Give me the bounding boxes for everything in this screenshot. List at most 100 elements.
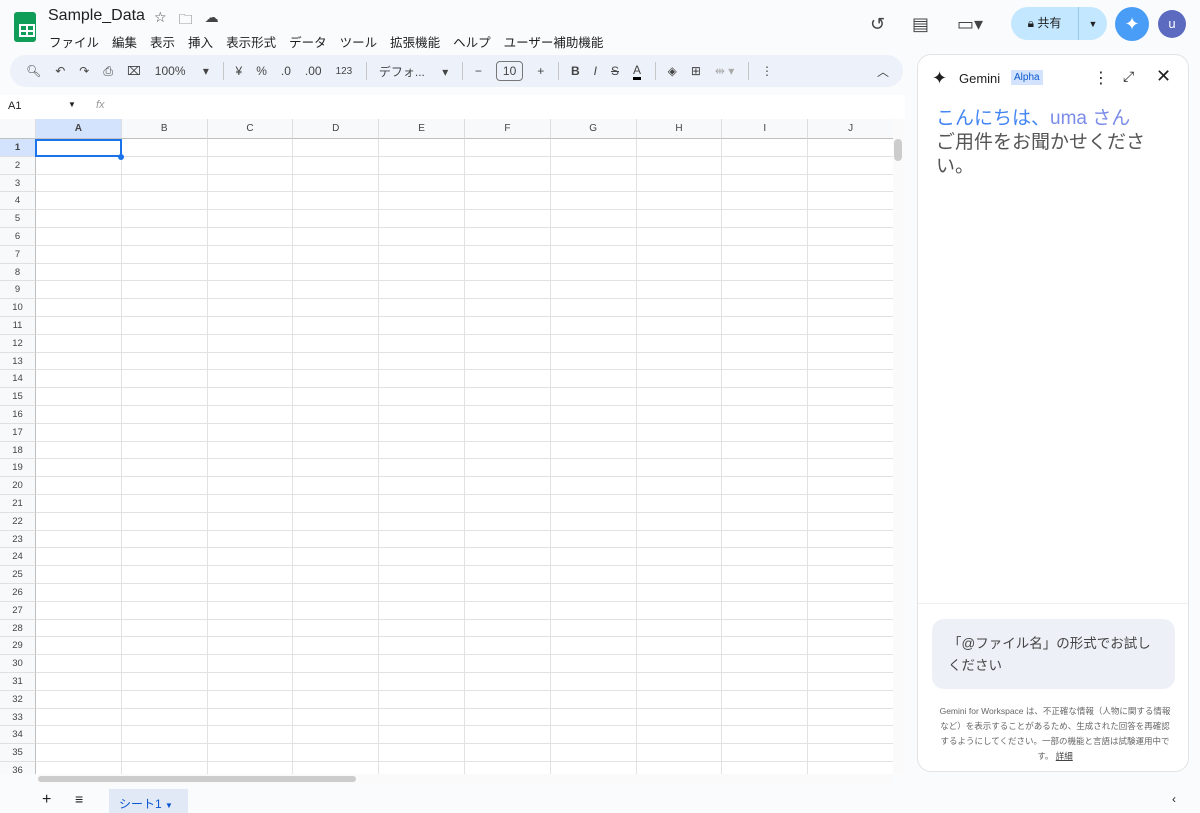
- column-header[interactable]: I: [722, 119, 809, 139]
- row-header[interactable]: 22: [0, 512, 36, 531]
- row-header[interactable]: 26: [0, 584, 36, 602]
- fill-color-icon[interactable]: ◈: [668, 64, 677, 78]
- column-header[interactable]: H: [636, 119, 723, 139]
- row-header[interactable]: 36: [0, 762, 36, 774]
- expand-icon[interactable]: ⤢: [1123, 68, 1134, 85]
- font-size-decrease[interactable]: −: [475, 64, 482, 78]
- move-folder-icon[interactable]: 🗀: [179, 9, 193, 33]
- all-sheets-icon[interactable]: ≡: [75, 791, 83, 807]
- column-header[interactable]: A: [36, 119, 122, 139]
- row-header[interactable]: 2: [0, 156, 36, 175]
- print-icon[interactable]: ⎙: [103, 64, 113, 79]
- spreadsheet-grid[interactable]: A B C D E F G H I J 1 2 3 4 5 6 7 8 9 10 11 12 13 14 15 16 17 18 19 2…: [0, 119, 893, 774]
- zoom-select[interactable]: 100% ▾: [155, 64, 209, 78]
- more-options-icon[interactable]: ⋮: [1093, 68, 1109, 88]
- star-icon[interactable]: ☆: [154, 9, 167, 33]
- column-header[interactable]: G: [550, 119, 637, 139]
- percent-button[interactable]: %: [256, 64, 267, 78]
- row-header[interactable]: 35: [0, 744, 36, 762]
- menu-item[interactable]: 表示: [150, 32, 175, 51]
- row-header[interactable]: 16: [0, 406, 36, 424]
- font-select[interactable]: デフォ... ▾: [379, 63, 448, 80]
- menu-item[interactable]: 編集: [112, 32, 137, 51]
- row-header[interactable]: 34: [0, 726, 36, 745]
- redo-icon[interactable]: ↷: [79, 64, 89, 78]
- row-header[interactable]: 32: [0, 690, 36, 709]
- row-header[interactable]: 4: [0, 192, 36, 211]
- history-icon[interactable]: ↺: [870, 14, 885, 35]
- row-header[interactable]: 7: [0, 245, 36, 264]
- column-header[interactable]: J: [808, 119, 893, 139]
- strikethrough-button[interactable]: S: [611, 64, 619, 78]
- row-header[interactable]: 5: [0, 210, 36, 228]
- row-header[interactable]: 9: [0, 281, 36, 300]
- currency-button[interactable]: ¥: [236, 64, 243, 78]
- row-header[interactable]: 10: [0, 299, 36, 317]
- vertical-scrollbar[interactable]: [893, 119, 905, 774]
- close-icon[interactable]: ✕: [1156, 66, 1171, 87]
- column-header[interactable]: D: [293, 119, 380, 139]
- row-header[interactable]: 11: [0, 317, 36, 335]
- borders-icon[interactable]: ⊞: [691, 64, 701, 78]
- paint-format-icon[interactable]: ⌧: [127, 64, 141, 78]
- fill-handle[interactable]: [118, 154, 124, 160]
- menu-item[interactable]: 挿入: [188, 32, 213, 51]
- row-header[interactable]: 20: [0, 477, 36, 495]
- row-header[interactable]: 31: [0, 673, 36, 691]
- menu-item[interactable]: ヘルプ: [453, 32, 491, 51]
- increase-decimal-button[interactable]: .00: [305, 64, 322, 78]
- menu-item[interactable]: データ: [289, 32, 327, 51]
- row-header[interactable]: 24: [0, 548, 36, 567]
- menu-item[interactable]: 表示形式: [226, 32, 276, 51]
- avatar[interactable]: u: [1158, 10, 1186, 38]
- row-header[interactable]: 27: [0, 601, 36, 620]
- row-header[interactable]: 13: [0, 352, 36, 371]
- row-header[interactable]: 15: [0, 388, 36, 406]
- row-header[interactable]: 18: [0, 441, 36, 460]
- horizontal-scrollbar[interactable]: [36, 774, 893, 785]
- row-header[interactable]: 33: [0, 708, 36, 727]
- more-options-icon[interactable]: ⋮: [761, 64, 773, 78]
- row-header[interactable]: 14: [0, 370, 36, 389]
- menu-item[interactable]: ファイル: [49, 32, 99, 51]
- add-sheet-icon[interactable]: +: [42, 791, 51, 809]
- selected-cell[interactable]: [35, 139, 122, 157]
- expand-side-panel-icon[interactable]: ‹: [1172, 792, 1176, 806]
- bold-button[interactable]: B: [571, 64, 580, 78]
- gemini-button[interactable]: ✦: [1115, 7, 1149, 41]
- row-header[interactable]: 1: [0, 139, 36, 157]
- decrease-decimal-button[interactable]: .0: [281, 64, 291, 78]
- row-header[interactable]: 8: [0, 263, 36, 282]
- row-header[interactable]: 12: [0, 334, 36, 353]
- share-button[interactable]: 🔒︎ 共有 ▼: [1011, 7, 1107, 40]
- text-color-button[interactable]: A: [632, 63, 641, 80]
- formula-input[interactable]: [120, 97, 890, 117]
- share-dropdown[interactable]: ▼: [1079, 19, 1107, 29]
- collapse-toolbar-icon[interactable]: ︿: [877, 63, 889, 80]
- select-all-corner[interactable]: [0, 119, 36, 139]
- row-header[interactable]: 30: [0, 655, 36, 673]
- name-box-dropdown[interactable]: ▼: [68, 100, 76, 109]
- search-icon[interactable]: 🔍︎: [26, 64, 41, 78]
- number-format-button[interactable]: 123: [336, 66, 353, 77]
- row-header[interactable]: 28: [0, 619, 36, 638]
- row-header[interactable]: 21: [0, 495, 36, 513]
- meet-video-icon[interactable]: ▭▾: [957, 14, 983, 35]
- menu-item[interactable]: ツール: [340, 32, 378, 51]
- column-header[interactable]: E: [379, 119, 465, 139]
- menu-item[interactable]: 拡張機能: [390, 32, 440, 51]
- font-size-input[interactable]: 10: [495, 61, 524, 81]
- row-header[interactable]: 3: [0, 174, 36, 193]
- details-link[interactable]: 詳細: [1056, 751, 1073, 761]
- row-header[interactable]: 25: [0, 566, 36, 584]
- sheet-tab[interactable]: シート1 ▼: [109, 789, 188, 813]
- row-header[interactable]: 29: [0, 637, 36, 656]
- document-title[interactable]: Sample_Data: [48, 7, 145, 25]
- menu-item[interactable]: ユーザー補助機能: [504, 32, 604, 51]
- undo-icon[interactable]: ↶: [55, 64, 65, 78]
- row-header[interactable]: 19: [0, 459, 36, 478]
- gemini-prompt-input[interactable]: 「@ファイル名」の形式でお試しください: [932, 619, 1175, 689]
- row-header[interactable]: 23: [0, 530, 36, 549]
- sheets-logo[interactable]: [14, 12, 36, 42]
- column-header[interactable]: B: [121, 119, 208, 139]
